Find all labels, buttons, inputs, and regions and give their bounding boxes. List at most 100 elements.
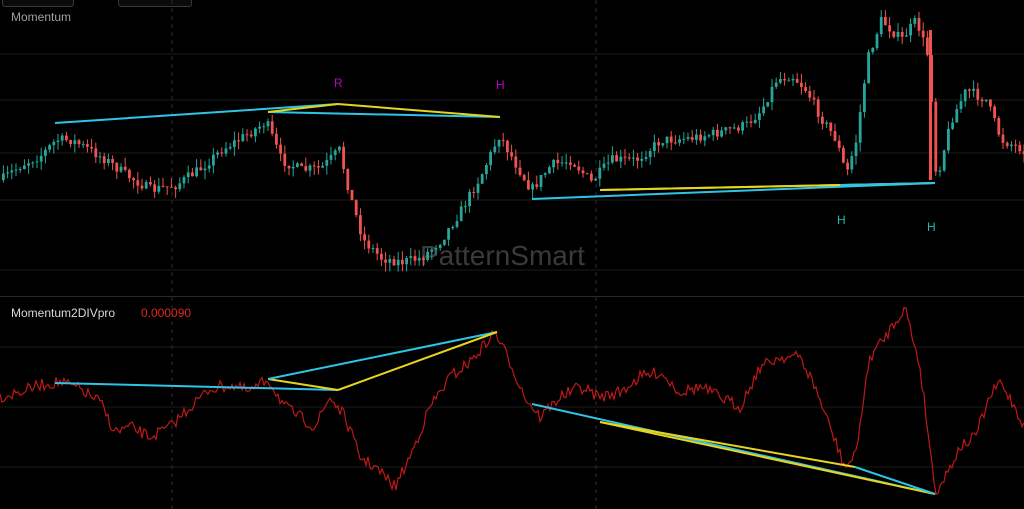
candle-body [476,183,480,193]
candle-body [867,52,870,84]
candle-body [623,156,627,158]
candle-body [594,178,597,181]
oscillator-chart[interactable] [0,297,1024,509]
candle-body [619,156,623,162]
candle-body [27,163,30,166]
trendline [599,421,856,468]
candle-body [98,156,102,158]
candle-body [413,256,417,261]
candle-body [644,157,648,159]
candle-body [770,86,774,103]
candle-body [913,18,917,24]
candle-body [212,154,215,166]
candle-body [745,121,749,123]
candle-body [270,121,274,134]
candle-body [766,102,770,107]
candle-body [56,140,60,142]
candle-body [699,134,702,141]
candle-body [749,121,753,123]
candle-body [972,88,975,91]
candle-body [674,142,677,144]
candle-body [321,165,324,168]
price-pane[interactable]: PatternSmart R H H H Momentum [0,0,1024,296]
candle-body [543,173,547,175]
candle-body [711,129,715,136]
candle-body [18,169,22,171]
candle-body [262,126,266,128]
osc-grid [0,297,1024,509]
trendline [531,182,936,200]
candle-body [879,16,883,35]
candle-body [905,35,908,37]
candle-body [90,146,93,149]
candle-body [287,165,291,169]
candle-body [560,162,564,164]
candle-body [724,127,728,131]
candle-body [665,136,669,144]
trendline [854,466,936,495]
trendline [839,182,936,186]
candle-body [44,149,47,156]
indicator-title: Momentum2DIVpro [11,306,116,320]
candle-body [627,157,631,159]
candle-body [564,162,568,164]
candle-body [69,140,72,145]
candle-body [779,79,782,83]
candle-body [430,249,434,252]
candle-body [858,111,862,143]
candle-body [741,122,744,131]
candle-body [669,136,673,143]
candle-body [510,152,513,157]
candle-body [829,122,833,132]
candle-body [535,184,539,187]
candle-body [199,167,203,171]
candle-body [388,259,392,263]
candle-body [980,99,984,102]
candle-body [497,139,501,147]
candle-body [300,163,303,167]
candle-body [569,162,572,165]
candle-body [165,186,169,188]
candle-body [728,127,732,129]
candle-body [480,174,484,184]
candle-body [451,226,455,229]
candle-body [837,140,841,148]
candle-body [489,152,492,166]
candle-body [346,168,350,190]
candle-body [203,168,207,171]
candle-body [342,146,345,169]
candle-body [514,156,518,168]
candle-body [909,23,912,36]
candle-body [989,99,992,107]
candle-body [863,83,866,112]
candle-body [648,151,652,158]
candle-body [892,31,896,37]
candle-body [556,159,560,164]
candle-body [833,131,837,141]
candle-body [275,133,278,145]
candle-body [73,140,77,145]
candle-body [821,116,824,124]
candle-body [548,167,551,174]
candle-body [493,146,497,153]
candle-body [531,184,534,190]
candle-body [409,256,413,259]
candle-body [787,80,791,82]
candle-body [934,101,938,172]
candle-body [1001,134,1005,143]
candle-body [522,175,526,181]
price-chart[interactable]: PatternSmart R H H H [0,0,1024,296]
candle-body [707,135,711,137]
candle-body [602,163,606,168]
oscillator-pane[interactable] [0,297,1024,509]
candle-body [60,135,64,141]
candle-body [552,159,555,168]
candle-body [762,106,765,114]
label-h-low-1: H [837,213,846,227]
candle-body [846,162,849,170]
candle-body [611,155,614,163]
candle-body [968,89,971,91]
candle-body [10,170,14,173]
candle-body [52,141,56,146]
candle-body [527,180,530,190]
